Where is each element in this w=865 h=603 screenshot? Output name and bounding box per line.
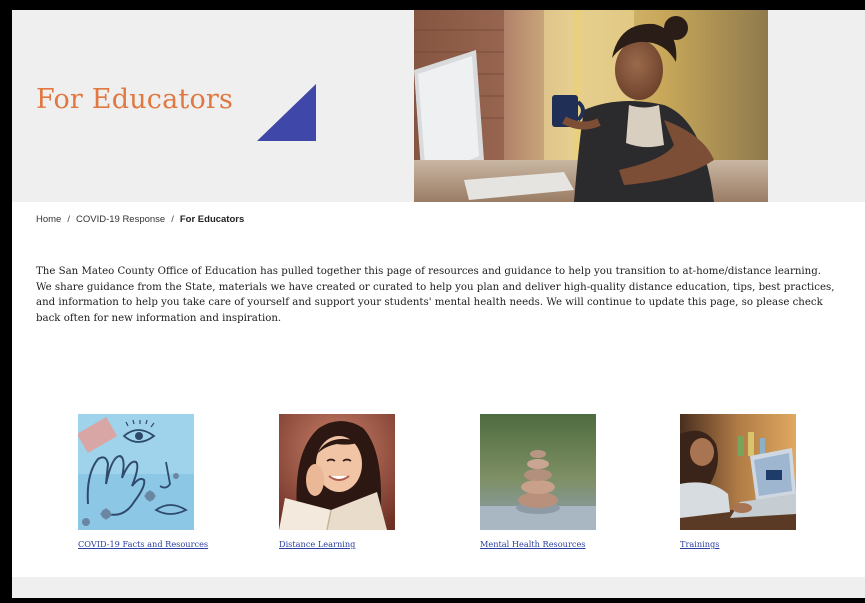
card-distance-learning-link[interactable]: Distance Learning — [279, 539, 409, 549]
footer-strip — [12, 577, 865, 598]
decorative-triangle — [257, 84, 316, 141]
breadcrumb-separator: / — [67, 214, 70, 225]
card-distance-learning: Distance Learning — [279, 414, 409, 549]
card-trainings-link[interactable]: Trainings — [680, 539, 810, 549]
breadcrumb-current: For Educators — [179, 214, 245, 225]
covid-illustration-image[interactable] — [78, 414, 194, 530]
card-covid-link[interactable]: COVID-19 Facts and Resources — [78, 539, 208, 549]
card-covid: COVID-19 Facts and Resources — [78, 414, 208, 549]
card-mental-health: Mental Health Resources — [480, 414, 610, 549]
hero-photo — [414, 10, 768, 202]
card-mental-health-link[interactable]: Mental Health Resources — [480, 539, 610, 549]
screen-frame: For Educators Home / COVID-19 Response /… — [0, 0, 865, 603]
breadcrumb-home-link[interactable]: Home — [36, 214, 61, 225]
hero-banner: For Educators — [12, 10, 865, 202]
breadcrumb-covid-link[interactable]: COVID-19 Response — [76, 214, 165, 225]
breadcrumb-separator: / — [171, 214, 174, 225]
breadcrumb: Home / COVID-19 Response / For Educators — [36, 214, 244, 225]
intro-paragraph: The San Mateo County Office of Education… — [36, 266, 835, 324]
stacked-stones-image[interactable] — [480, 414, 596, 530]
page-title: For Educators — [36, 84, 234, 115]
resource-cards: COVID-19 Facts and Resources Distance Le… — [12, 414, 865, 554]
girl-reading-image[interactable] — [279, 414, 395, 530]
page: For Educators Home / COVID-19 Response /… — [12, 10, 865, 598]
laptop-training-image[interactable] — [680, 414, 796, 530]
card-trainings: Trainings — [680, 414, 810, 549]
